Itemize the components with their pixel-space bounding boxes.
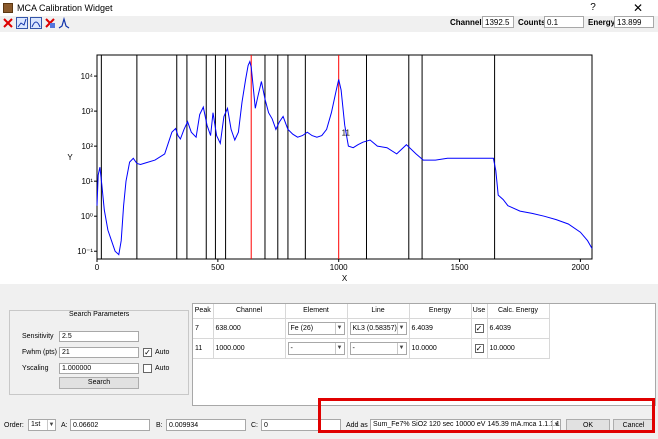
reset-zoom-icon[interactable] [2, 17, 14, 29]
cell-energy[interactable]: 6.4039 [409, 318, 472, 339]
cell-use-wrap: ✓ [471, 318, 488, 339]
yscaling-label: Yscaling [22, 365, 49, 372]
counts-readout: 0.1 [544, 16, 584, 28]
element-combo-value: Fe (26) [290, 324, 314, 332]
use-checkbox[interactable]: ✓ [474, 323, 484, 333]
log-scale-icon[interactable] [16, 17, 28, 29]
x-tick-label: 2000 [572, 263, 590, 272]
order-label: Order: [4, 422, 24, 429]
use-checkbox[interactable]: ✓ [474, 343, 484, 353]
a-coefficient-input[interactable]: 0.06602 [70, 419, 150, 431]
cell-energy[interactable]: 10.0000 [409, 338, 472, 359]
peak-table: Peak Channel Element Line Energy Use Cal… [193, 304, 550, 359]
cell-line-wrap: - ▼ [347, 338, 410, 359]
fwhm-input[interactable]: 21 [59, 347, 139, 358]
calibration-window: MCA Calibration Widget ? ✕ Channel: 1392… [0, 0, 658, 439]
fwhm-auto-checkbox[interactable]: ✓ [143, 348, 152, 357]
b-coefficient-input[interactable]: 0.009934 [166, 419, 246, 431]
clear-icon[interactable] [44, 17, 56, 29]
highlight-annotation [318, 398, 655, 433]
chevron-down-icon[interactable]: ▼ [396, 342, 406, 354]
cell-channel[interactable]: 638.000 [213, 318, 286, 339]
cell-line-wrap: KL3 (0.58357) ▼ [347, 318, 410, 339]
cell-calc-energy: 6.4039 [487, 318, 550, 339]
table-row[interactable]: 11 1000.000 - ▼ - ▼ 10.0000 ✓ 10.0000 [193, 338, 550, 359]
fit-icon[interactable] [30, 17, 42, 29]
chevron-down-icon[interactable]: ▼ [334, 322, 344, 334]
cell-calc-energy: 10.0000 [487, 338, 550, 359]
title-bar: MCA Calibration Widget ? ✕ [0, 0, 658, 16]
sensitivity-label: Sensitivity [22, 333, 54, 340]
yscaling-input[interactable]: 1.000000 [59, 363, 139, 374]
x-axis-label: X [342, 274, 348, 283]
channel-label: Channel: [450, 18, 485, 27]
app-icon [3, 3, 13, 13]
yscaling-auto-label: Auto [155, 365, 170, 372]
channel-readout: 1392.5 [482, 16, 514, 28]
b-label: B: [156, 422, 163, 429]
peak-annotation-label: 11 [342, 129, 351, 138]
y-tick-label: 10⁰ [81, 212, 93, 221]
c-label: C: [251, 422, 258, 429]
line-combo-value: KL3 (0.58357) [352, 324, 397, 332]
order-combo-value: 1st [31, 421, 41, 428]
chevron-down-icon[interactable]: ▼ [396, 322, 406, 334]
cell-peak: 7 [193, 318, 214, 339]
y-tick-label: 10³ [81, 107, 93, 116]
x-tick-label: 1000 [330, 263, 348, 272]
fwhm-label: Fwhm (pts) [22, 349, 57, 356]
cell-peak: 11 [193, 338, 214, 359]
col-header-use[interactable]: Use [471, 304, 488, 319]
col-header-line[interactable]: Line [347, 304, 410, 319]
cell-channel[interactable]: 1000.000 [213, 338, 286, 359]
spectrum-plot[interactable]: 0 500 1000 1500 2000 10⁻¹ 10⁰ 10¹ 10² 10³ 10⁴ X Y 11 [0, 32, 658, 284]
fwhm-auto-label: Auto [155, 349, 170, 356]
y-axis-label: Y [67, 153, 73, 162]
line-combo-value: - [352, 344, 355, 352]
x-tick-label: 0 [95, 263, 100, 272]
line-combo[interactable]: - ▼ [349, 341, 407, 355]
element-combo[interactable]: Fe (26) ▼ [287, 321, 345, 335]
help-button[interactable]: ? [586, 2, 600, 14]
element-combo[interactable]: - ▼ [287, 341, 345, 355]
search-button[interactable]: Search [59, 377, 139, 389]
y-tick-label: 10⁻¹ [77, 247, 93, 256]
spectrum-chart[interactable]: 0 500 1000 1500 2000 10⁻¹ 10⁰ 10¹ 10² 10³ 10⁴ X Y 11 [0, 32, 658, 284]
element-combo-value: - [290, 344, 293, 352]
peak-icon[interactable] [58, 17, 70, 29]
energy-readout: 13.899 [614, 16, 654, 28]
chevron-down-icon[interactable]: ▼ [47, 420, 55, 430]
table-row[interactable]: 7 638.000 Fe (26) ▼ KL3 (0.58357) ▼ 6.4039… [193, 318, 550, 339]
window-title: MCA Calibration Widget [17, 3, 113, 13]
col-header-calc-energy[interactable]: Calc. Energy [487, 304, 550, 319]
yscaling-auto-checkbox[interactable] [143, 364, 152, 373]
order-combo[interactable]: 1st ▼ [28, 419, 56, 431]
toolbar: Channel: 1392.5 Counts: 0.1 Energy: 13.8… [0, 16, 658, 30]
cell-element-wrap: - ▼ [285, 338, 348, 359]
search-parameters-title: Search Parameters [68, 311, 131, 318]
line-combo[interactable]: KL3 (0.58357) ▼ [349, 321, 407, 335]
chevron-down-icon[interactable]: ▼ [334, 342, 344, 354]
x-tick-label: 500 [211, 263, 225, 272]
col-header-peak[interactable]: Peak [193, 304, 214, 319]
col-header-channel[interactable]: Channel [213, 304, 286, 319]
close-button[interactable]: ✕ [630, 1, 646, 15]
col-header-energy[interactable]: Energy [409, 304, 472, 319]
col-header-element[interactable]: Element [285, 304, 348, 319]
y-tick-label: 10¹ [81, 177, 93, 186]
a-label: A: [61, 422, 68, 429]
peak-table-container: Peak Channel Element Line Energy Use Cal… [192, 303, 656, 406]
y-tick-label: 10² [81, 142, 93, 151]
sensitivity-input[interactable]: 2.5 [59, 331, 139, 342]
y-tick-label: 10⁴ [81, 72, 94, 81]
calibration-panel: Search Parameters Sensitivity 2.5 Fwhm (… [0, 296, 658, 439]
cell-element-wrap: Fe (26) ▼ [285, 318, 348, 339]
plot-frame [96, 54, 593, 260]
cell-use-wrap: ✓ [471, 338, 488, 359]
x-tick-label: 1500 [451, 263, 469, 272]
